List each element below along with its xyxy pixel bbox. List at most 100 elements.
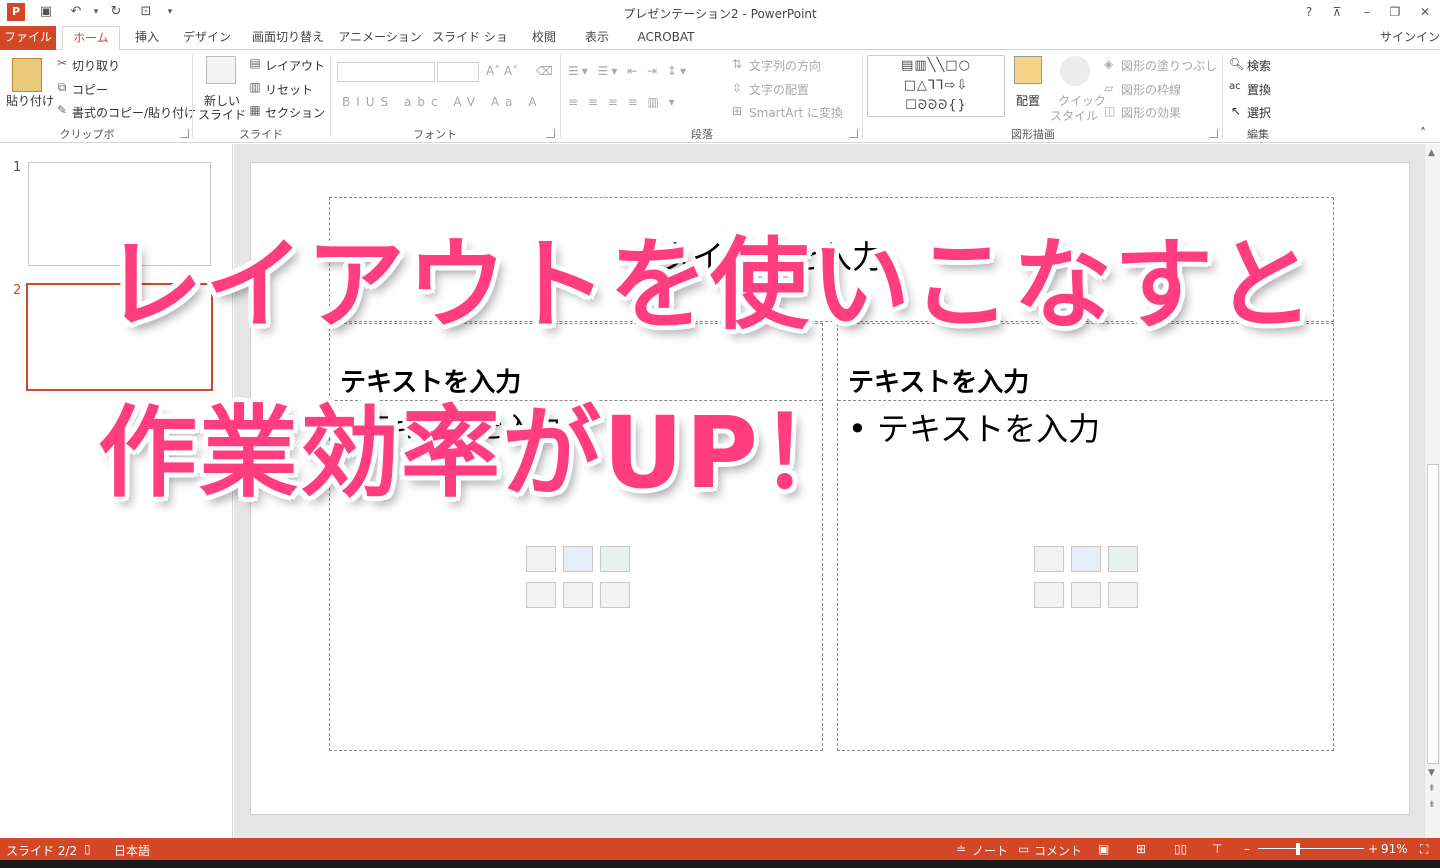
clipboard-launcher-icon[interactable] bbox=[180, 129, 189, 138]
insert-picture-icon[interactable] bbox=[526, 582, 556, 608]
notes-button[interactable]: ノート bbox=[972, 842, 1008, 859]
reading-view-icon[interactable]: ▯▯ bbox=[1174, 842, 1187, 856]
group-divider bbox=[330, 54, 331, 138]
help-button[interactable]: ? bbox=[1298, 3, 1320, 21]
tab-transitions[interactable]: 画面切り替え bbox=[246, 26, 330, 50]
tab-review[interactable]: 校閲 bbox=[522, 26, 566, 50]
quick-styles-icon[interactable] bbox=[1060, 56, 1090, 86]
text-direction-button[interactable]: 文字列の方向 bbox=[749, 57, 821, 74]
restore-icon[interactable]: ❐ bbox=[1384, 3, 1406, 21]
normal-view-icon[interactable]: ▣ bbox=[1098, 842, 1109, 856]
insert-smartart-icon[interactable] bbox=[600, 546, 630, 572]
drawing-launcher-icon[interactable] bbox=[1209, 129, 1218, 138]
insert-video-icon[interactable] bbox=[1108, 582, 1138, 608]
insert-picture-icon[interactable] bbox=[1034, 582, 1064, 608]
previous-slide-icon[interactable]: ⇞ bbox=[1428, 784, 1436, 794]
group-divider bbox=[560, 54, 561, 138]
tab-home[interactable]: ホーム bbox=[62, 26, 120, 51]
quick-styles-label-2[interactable]: スタイル bbox=[1050, 107, 1098, 124]
zoom-in-icon[interactable]: + bbox=[1368, 842, 1378, 856]
slideshow-view-icon[interactable]: ⊤ bbox=[1212, 842, 1222, 856]
right-content-placeholder[interactable]: テキストを入力 • テキストを入力 bbox=[837, 323, 1334, 751]
collapse-ribbon-icon[interactable]: ˄ bbox=[1420, 126, 1426, 140]
cut-button[interactable]: 切り取り bbox=[72, 57, 120, 74]
insert-table-icon[interactable] bbox=[526, 546, 556, 572]
insert-content-icons bbox=[1034, 546, 1144, 612]
paste-icon[interactable] bbox=[12, 58, 42, 92]
group-divider bbox=[862, 54, 863, 138]
clear-format-icon[interactable]: ⌫ bbox=[536, 64, 553, 78]
tab-view[interactable]: 表示 bbox=[576, 26, 618, 50]
insert-smartart-icon[interactable] bbox=[1108, 546, 1138, 572]
tab-file[interactable]: ファイル bbox=[0, 26, 56, 50]
shape-effects-button[interactable]: 図形の効果 bbox=[1121, 104, 1181, 121]
paste-button[interactable]: 貼り付け bbox=[6, 92, 54, 109]
align-buttons[interactable]: ≡ ≡ ≡ ≡ ▥ ▾ bbox=[568, 95, 678, 109]
layout-button[interactable]: レイアウト bbox=[265, 57, 325, 74]
slide-sorter-icon[interactable]: ⊞ bbox=[1136, 842, 1146, 856]
font-name-combo[interactable] bbox=[337, 62, 435, 82]
text-direction-icon: ⇅ bbox=[732, 57, 743, 71]
language-indicator[interactable]: 日本語 bbox=[114, 842, 150, 859]
shape-fill-button[interactable]: 図形の塗りつぶし bbox=[1121, 57, 1217, 74]
section-icon: ▦ bbox=[249, 103, 261, 117]
shape-outline-button[interactable]: 図形の枠線 bbox=[1121, 81, 1181, 98]
layout-icon: ▤ bbox=[249, 56, 261, 70]
fit-to-window-icon[interactable]: ⛶ bbox=[1420, 842, 1428, 857]
insert-video-icon[interactable] bbox=[600, 582, 630, 608]
zoom-slider[interactable] bbox=[1258, 848, 1364, 849]
copy-button[interactable]: コピー bbox=[72, 81, 108, 98]
vertical-scrollbar[interactable]: ▲ ▼ ⇞ ⇟ bbox=[1424, 144, 1440, 838]
font-launcher-icon[interactable] bbox=[546, 129, 555, 138]
section-button[interactable]: セクション bbox=[265, 104, 325, 121]
sign-in-link[interactable]: サインイン bbox=[1380, 26, 1440, 50]
insert-table-icon[interactable] bbox=[1034, 546, 1064, 572]
close-icon[interactable]: ✕ bbox=[1414, 3, 1436, 21]
title-bar: P ▣ ↶ ▾ ↻ ⊡ ▾ プレゼンテーション2 - PowerPoint ? … bbox=[0, 0, 1440, 26]
ribbon-display-options-icon[interactable]: ⊼ bbox=[1326, 3, 1348, 21]
group-label-paragraph: 段落 bbox=[691, 128, 713, 141]
zoom-slider-thumb[interactable] bbox=[1296, 843, 1300, 855]
tab-insert[interactable]: 挿入 bbox=[124, 26, 170, 50]
right-bullet-text: • テキストを入力 bbox=[848, 410, 1101, 448]
spelling-check-icon[interactable]: ▯ bbox=[84, 842, 91, 856]
format-painter-button[interactable]: 書式のコピー/貼り付け bbox=[72, 104, 196, 121]
smartart-button[interactable]: SmartArt に変換 bbox=[749, 104, 843, 121]
font-size-combo[interactable] bbox=[437, 62, 479, 82]
scroll-thumb[interactable] bbox=[1427, 464, 1439, 764]
replace-button[interactable]: 置換 bbox=[1247, 81, 1271, 98]
next-slide-icon[interactable]: ⇟ bbox=[1428, 800, 1436, 810]
find-button[interactable]: 検索 bbox=[1247, 57, 1271, 74]
status-bar: スライド 2/2 ▯ 日本語 ≐ ノート ▭ コメント ▣ ⊞ ▯▯ ⊤ – +… bbox=[0, 838, 1440, 860]
font-style-buttons[interactable]: BIUS abc AV Aa A bbox=[342, 95, 542, 109]
new-slide-icon[interactable] bbox=[206, 56, 236, 84]
tab-animations[interactable]: アニメーション bbox=[338, 26, 422, 50]
window-title: プレゼンテーション2 - PowerPoint bbox=[623, 7, 817, 21]
scroll-up-icon[interactable]: ▲ bbox=[1428, 148, 1435, 158]
insert-online-picture-icon[interactable] bbox=[563, 582, 593, 608]
tab-slideshow[interactable]: スライド ショー bbox=[430, 26, 510, 66]
tab-acrobat[interactable]: ACROBAT bbox=[628, 26, 704, 50]
scroll-down-icon[interactable]: ▼ bbox=[1428, 768, 1435, 778]
shapes-gallery[interactable]: ▤▥╲╲□○ □△⅂⅂⇨⇩ ☐ᘐᘐᘐ{} bbox=[867, 55, 1005, 117]
minimize-icon[interactable]: – bbox=[1356, 3, 1378, 21]
reset-button[interactable]: リセット bbox=[265, 81, 313, 98]
ribbon: 貼り付け ✂ 切り取り ⧉ コピー ✎ 書式のコピー/貼り付け クリップボード … bbox=[0, 50, 1440, 157]
insert-chart-icon[interactable] bbox=[563, 546, 593, 572]
new-slide-label-2[interactable]: スライド bbox=[198, 106, 246, 123]
paragraph-launcher-icon[interactable] bbox=[849, 129, 858, 138]
insert-online-picture-icon[interactable] bbox=[1071, 582, 1101, 608]
tab-design[interactable]: デザイン bbox=[178, 26, 236, 50]
zoom-level[interactable]: 91% bbox=[1381, 842, 1408, 856]
grow-font-icon[interactable]: A˄ A˅ bbox=[486, 64, 518, 78]
arrange-icon[interactable] bbox=[1014, 56, 1042, 84]
comments-button[interactable]: コメント bbox=[1034, 842, 1082, 859]
align-text-button[interactable]: 文字の配置 bbox=[749, 81, 809, 98]
align-text-icon: ⇳ bbox=[732, 81, 743, 95]
arrange-button[interactable]: 配置 bbox=[1016, 92, 1040, 109]
select-button[interactable]: 選択 bbox=[1247, 104, 1271, 121]
ribbon-tabs: ファイル ホーム 挿入 デザイン 画面切り替え アニメーション スライド ショー… bbox=[0, 26, 1440, 66]
zoom-out-icon[interactable]: – bbox=[1244, 842, 1250, 856]
list-buttons[interactable]: ☰▾ ☰▾ ⇤ ⇥ ↕▾ bbox=[568, 64, 689, 78]
insert-chart-icon[interactable] bbox=[1071, 546, 1101, 572]
